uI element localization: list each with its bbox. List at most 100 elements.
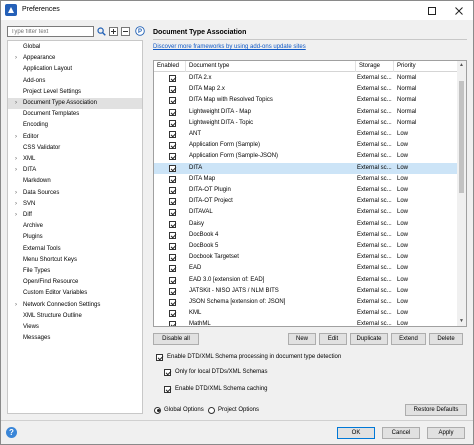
tree-item-diff[interactable]: › Diff [8,210,142,221]
table-scrollbar[interactable]: ▲ ▼ [457,61,466,326]
tree-item-document-templates[interactable]: Document Templates [8,109,142,120]
table-row[interactable]: DocBook 4 External sc... Low [154,230,458,241]
cancel-button[interactable]: Cancel [382,427,420,439]
tree-item-appearance[interactable]: › Appearance [8,53,142,64]
table-row[interactable]: JSON Schema [extension of: JSON] External… [154,297,458,308]
tree-item-dita[interactable]: › DITA [8,165,142,176]
enabled-checkbox[interactable] [169,276,176,284]
tree-item-plugins[interactable]: Plugins [8,232,142,243]
tree-item-external-tools[interactable]: External Tools [8,244,142,255]
chevron-right-icon[interactable]: › [15,154,17,165]
tree-item-application-layout[interactable]: Application Layout [8,64,142,75]
chevron-right-icon[interactable]: › [15,300,17,311]
tree-item-xml-structure-outline[interactable]: XML Structure Outline [8,311,142,322]
enabled-checkbox[interactable] [169,187,176,194]
tree-item-css-validator[interactable]: CSS Validator [8,143,142,154]
enabled-checkbox[interactable] [169,287,176,295]
enabled-checkbox[interactable] [169,86,176,94]
tree-item-document-type-association[interactable]: › Document Type Association [8,98,142,109]
maximize-button[interactable] [418,1,445,20]
chevron-right-icon[interactable]: › [15,165,17,176]
table-row[interactable]: KML External sc... Low [154,308,458,319]
scroll-down-arrow-icon[interactable]: ▼ [457,317,466,326]
expand-all-button[interactable] [108,25,119,37]
apply-button[interactable]: Apply [427,427,465,439]
table-row[interactable]: MathML External sc... Low [154,319,458,326]
extend-button[interactable]: Extend [391,333,426,345]
table-row[interactable]: EAD External sc... Low [154,263,458,274]
table-row[interactable]: Lightweight DITA - Topic External sc... No… [154,118,458,129]
table-row[interactable]: DITA-OT Plugin External sc... Low [154,185,458,196]
enable-dtd-checkbox[interactable]: Enable DTD/XML Schema processing in docu… [156,352,341,362]
project-options-radio[interactable]: Project Options [208,405,259,415]
enabled-checkbox[interactable] [169,175,176,183]
enabled-checkbox[interactable] [169,265,176,273]
enabled-checkbox[interactable] [169,119,176,127]
enabled-checkbox[interactable] [169,131,176,138]
enabled-checkbox[interactable] [169,142,176,150]
enabled-checkbox[interactable] [169,231,176,239]
table-row[interactable]: Application Form (Sample) External sc... L… [154,140,458,151]
column-document-type[interactable]: Document type [186,61,356,72]
duplicate-button[interactable]: Duplicate [350,333,388,345]
chevron-right-icon[interactable]: › [15,188,17,199]
scrollbar-thumb[interactable] [459,81,464,193]
table-row[interactable]: DITA Map 2.x External sc... Normal [154,84,458,95]
enabled-checkbox[interactable] [169,299,176,306]
table-row[interactable]: DITA External sc... Low [154,162,458,174]
table-row[interactable]: DocBook 5 External sc... Low [154,241,458,252]
scroll-up-arrow-icon[interactable]: ▲ [457,61,466,70]
tree-item-global[interactable]: Global [8,42,142,53]
chevron-right-icon[interactable]: › [15,199,17,210]
tree-item-project-level-settings[interactable]: Project Level Settings [8,87,142,98]
chevron-right-icon[interactable]: › [15,98,17,109]
enabled-checkbox[interactable] [169,254,176,262]
table-row[interactable]: DITA-OT Project External sc... Low [154,196,458,207]
table-row[interactable]: DITA Map with Resolved Topics External sc… [154,95,458,106]
tree-item-open-find-resource[interactable]: Open/Find Resource [8,277,142,288]
chevron-right-icon[interactable]: › [15,210,17,221]
table-row[interactable]: JATSKit - NISO JATS / NLM BITS External s… [154,286,458,297]
enabled-checkbox[interactable] [169,75,176,82]
column-storage[interactable]: Storage [356,61,394,72]
tree-item-svn[interactable]: › SVN [8,199,142,210]
table-row[interactable]: DITA Map External sc... Low [154,174,458,185]
enabled-checkbox[interactable] [169,198,176,206]
tree-item-messages[interactable]: Messages [8,333,142,344]
tree-item-archive[interactable]: Archive [8,221,142,232]
tree-item-add-ons[interactable]: Add-ons [8,76,142,87]
table-row[interactable]: DITA 2.x External sc... Normal [154,73,458,84]
global-options-radio[interactable]: Global Options [154,405,204,415]
tree-item-editor[interactable]: › Editor [8,132,142,143]
tree-item-markdown[interactable]: Markdown [8,176,142,187]
restore-defaults-button[interactable]: Restore Defaults [405,404,467,416]
enabled-checkbox[interactable] [169,164,176,172]
column-priority[interactable]: Priority [394,61,458,72]
delete-button[interactable]: Delete [429,333,463,345]
edit-button[interactable]: Edit [319,333,347,345]
table-row[interactable]: ANT External sc... Low [154,129,458,140]
tree-item-data-sources[interactable]: › Data Sources [8,188,142,199]
enabled-checkbox[interactable] [169,97,176,105]
column-enabled[interactable]: Enabled [154,61,186,72]
tree-item-encoding[interactable]: Encoding [8,120,142,131]
enabled-checkbox[interactable] [169,108,176,116]
help-icon[interactable]: ? [6,427,17,438]
table-row[interactable]: Daisy External sc... Low [154,219,458,230]
table-row[interactable]: EAD 3.0 [extension of: EAD] External sc..… [154,275,458,286]
enabled-checkbox[interactable] [169,209,176,217]
tree-item-xml[interactable]: › XML [8,154,142,165]
chevron-right-icon[interactable]: › [15,53,17,64]
enabled-checkbox[interactable] [169,243,176,250]
add-ons-link[interactable]: Discover more frameworks by using add-on… [153,44,306,50]
collapse-all-button[interactable] [120,25,131,37]
enabled-checkbox[interactable] [169,220,176,228]
enabled-checkbox[interactable] [169,310,176,318]
tree-item-network-connection-settings[interactable]: › Network Connection Settings [8,300,142,311]
disable-all-button[interactable]: Disable all [153,333,199,345]
table-row[interactable]: Docbook Targetset External sc... Low [154,252,458,263]
enabled-checkbox[interactable] [169,321,176,326]
enabled-checkbox[interactable] [169,153,176,161]
table-row[interactable]: DITAVAL External sc... Low [154,207,458,218]
tree-item-menu-shortcut-keys[interactable]: Menu Shortcut Keys [8,255,142,266]
